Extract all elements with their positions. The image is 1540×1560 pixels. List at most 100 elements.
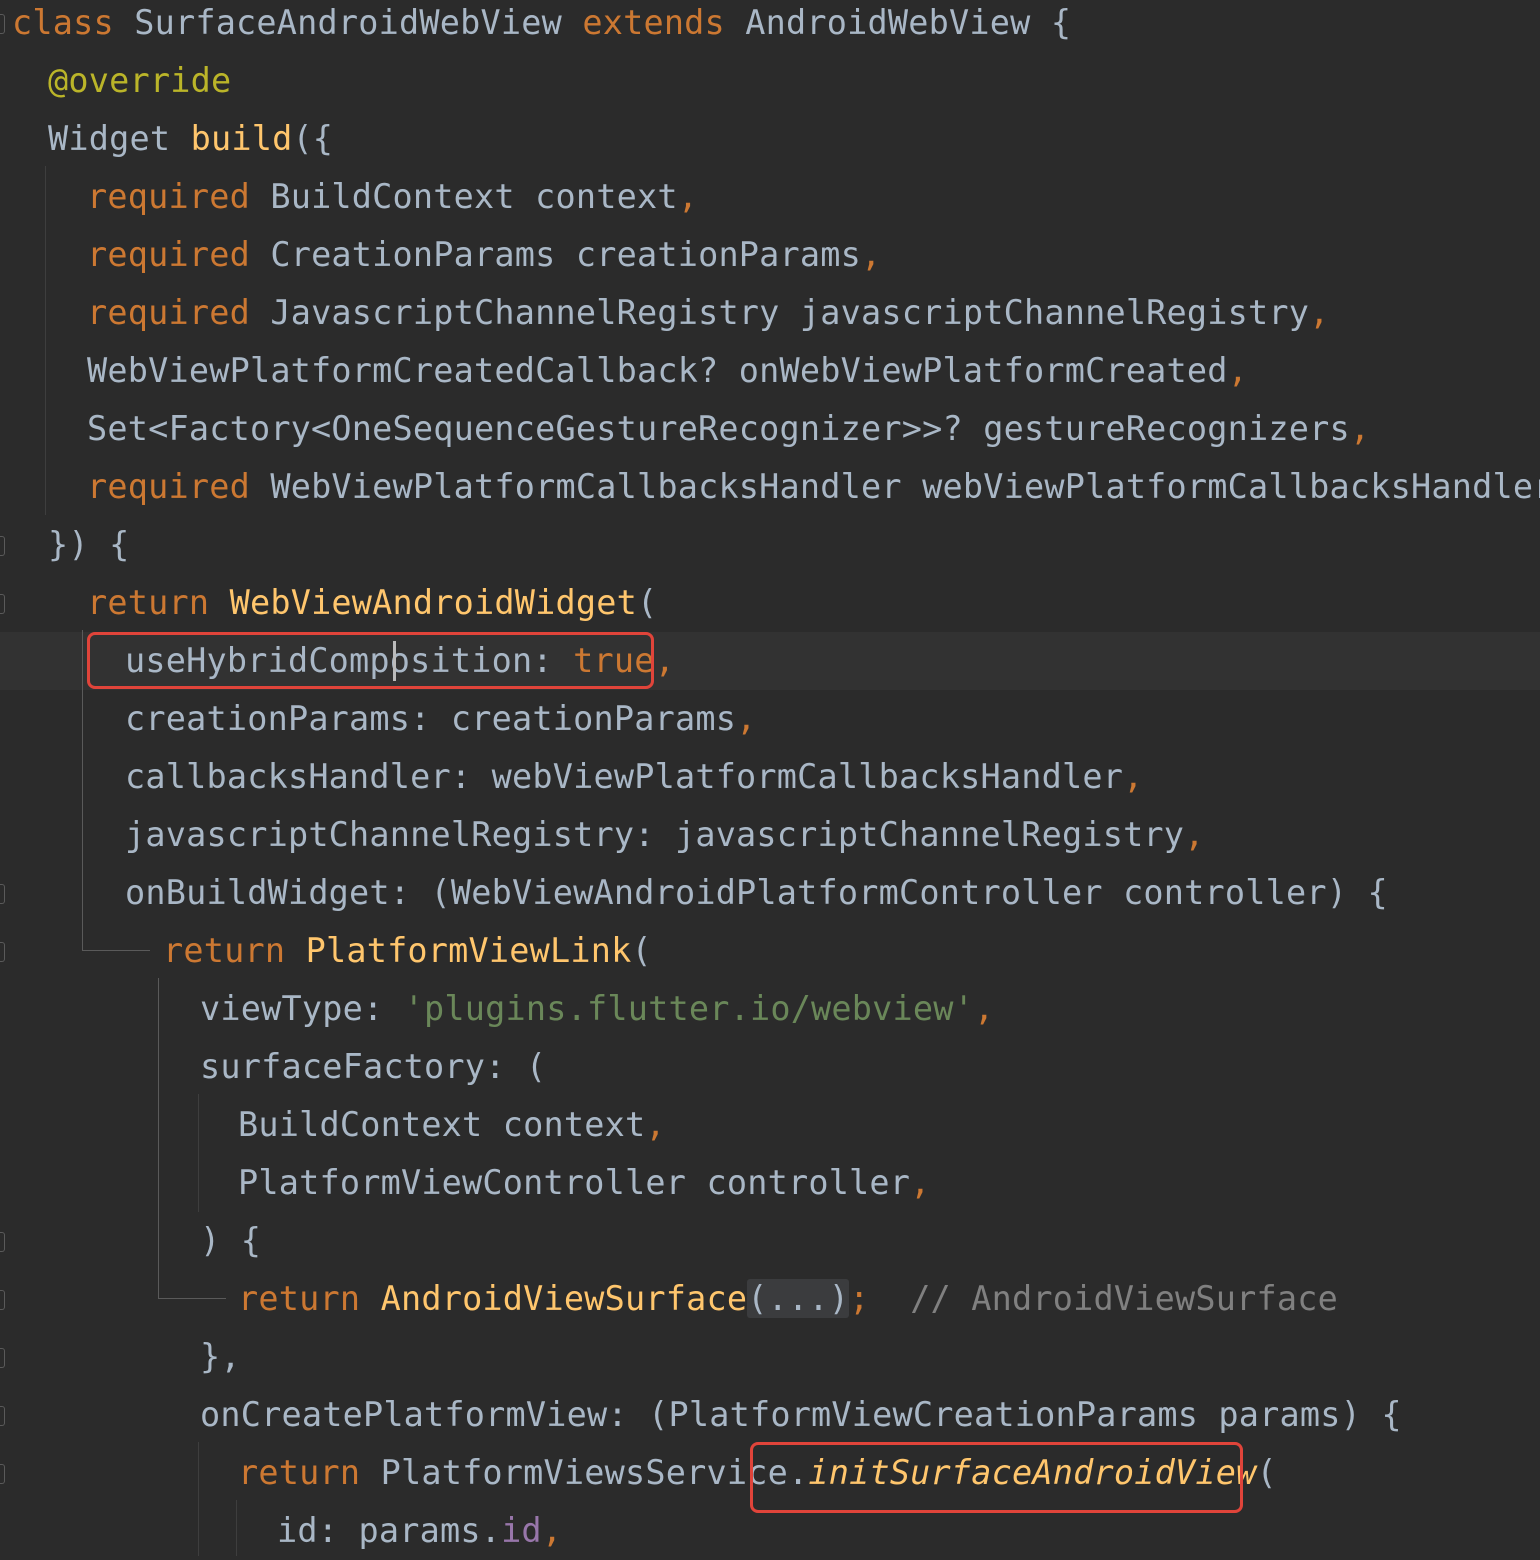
code-token: BuildContext context [238,1105,646,1144]
indent-guide [158,978,159,1298]
code-line-content: required WebViewPlatformCallbacksHandler… [87,458,1540,516]
indent-guide [45,166,46,515]
fold-marker-icon[interactable] [0,14,5,34]
code-line[interactable]: creationParams: creationParams, [0,690,1540,748]
fold-marker-icon[interactable] [0,942,5,962]
code-line-content: return WebViewAndroidWidget( [87,574,657,632]
fold-marker-icon[interactable] [0,1406,5,1426]
code-token: WebViewPlatformCallbacksHandler webViewP… [270,467,1540,506]
code-line-content: Widget build({ [48,110,333,168]
code-token: ; [849,1279,870,1318]
code-token: ( [1256,1453,1277,1492]
code-line[interactable]: }, [0,1328,1540,1386]
code-line-content: return AndroidViewSurface(...); // Andro… [238,1270,1338,1328]
code-line-content: ) { [200,1212,261,1270]
code-line[interactable]: BuildContext context, [0,1096,1540,1154]
indent-guide [236,1500,237,1556]
fold-marker-icon[interactable] [0,594,5,614]
code-line[interactable]: onBuildWidget: (WebViewAndroidPlatformCo… [0,864,1540,922]
code-line[interactable]: required WebViewPlatformCallbacksHandler… [0,458,1540,516]
code-line[interactable]: Set<Factory<OneSequenceGestureRecognizer… [0,400,1540,458]
code-editor[interactable]: class SurfaceAndroidWebView extends Andr… [0,0,1540,1556]
code-token: SurfaceAndroidWebView [134,3,583,42]
code-line-content: surfaceFactory: ( [200,1038,546,1096]
code-token: // AndroidViewSurface [869,1279,1338,1318]
code-line[interactable]: PlatformViewController controller, [0,1154,1540,1212]
code-token: }) { [48,525,130,564]
fold-marker-icon[interactable] [0,1348,5,1368]
code-line-content: id: params.id, [277,1502,562,1560]
code-line[interactable]: required CreationParams creationParams, [0,226,1540,284]
indent-guide [158,1298,226,1299]
code-token: required [87,235,271,274]
indent-guide [82,630,83,950]
code-line-content: viewType: 'plugins.flutter.io/webview', [200,980,994,1038]
code-line-content: PlatformViewController controller, [238,1154,931,1212]
code-token: WebViewPlatformCreatedCallback? onWebVie… [87,351,1228,390]
code-token: return [163,931,306,970]
code-token: , [1349,409,1371,448]
code-token: javascriptChannelRegistry: javascriptCha… [125,815,1185,854]
code-token: , [1123,757,1144,796]
code-line[interactable]: }) { [0,516,1540,574]
code-token: extends [582,3,746,42]
code-line[interactable]: required BuildContext context, [0,168,1540,226]
code-token: ({ [292,119,334,158]
code-token: creationParams: creationParams [125,699,737,738]
code-token: 'plugins.flutter.io/webview' [403,989,975,1028]
code-line[interactable]: callbacksHandler: webViewPlatformCallbac… [0,748,1540,806]
code-line[interactable]: return AndroidViewSurface(...); // Andro… [0,1270,1540,1328]
code-line[interactable]: class SurfaceAndroidWebView extends Andr… [0,0,1540,52]
code-token: return [87,583,230,622]
code-line-content: onCreatePlatformView: (PlatformViewCreat… [200,1386,1402,1444]
code-token: , [677,177,699,216]
code-line[interactable]: return WebViewAndroidWidget( [0,574,1540,632]
code-line-content: callbacksHandler: webViewPlatformCallbac… [125,748,1143,806]
code-line[interactable]: onCreatePlatformView: (PlatformViewCreat… [0,1386,1540,1444]
code-token: ( [636,583,658,622]
code-line[interactable]: ) { [0,1212,1540,1270]
indent-guide [198,1442,199,1556]
code-token: build [190,119,293,158]
code-line[interactable]: Widget build({ [0,110,1540,168]
code-line[interactable]: WebViewPlatformCreatedCallback? onWebVie… [0,342,1540,400]
code-line-content: WebViewPlatformCreatedCallback? onWebVie… [87,342,1248,400]
code-line-content: Set<Factory<OneSequenceGestureRecognizer… [87,400,1370,458]
code-token: , [645,1105,666,1144]
code-token: WebViewAndroidWidget [229,583,637,622]
code-line-content: required CreationParams creationParams, [87,226,881,284]
code-token: onCreatePlatformView: (PlatformViewCreat… [200,1395,1402,1434]
code-token: PlatformViewLink [305,931,632,970]
code-line[interactable]: javascriptChannelRegistry: javascriptCha… [0,806,1540,864]
fold-marker-icon[interactable] [0,536,5,556]
code-line-content: onBuildWidget: (WebViewAndroidPlatformCo… [125,864,1388,922]
code-line-content: }) { [48,516,129,574]
fold-marker-icon[interactable] [0,1464,5,1484]
code-token: AndroidWebView { [745,3,1072,42]
code-line[interactable]: return PlatformViewLink( [0,922,1540,980]
fold-marker-icon[interactable] [0,1232,5,1252]
code-token: onBuildWidget: (WebViewAndroidPlatformCo… [125,873,1388,912]
indent-guide [198,1094,199,1212]
code-token: BuildContext context [270,177,678,216]
code-token: , [736,699,757,738]
fold-marker-icon[interactable] [0,884,5,904]
code-line-content: required JavascriptChannelRegistry javas… [87,284,1330,342]
indent-guide [82,950,150,951]
fold-marker-icon[interactable] [0,1290,5,1310]
code-token: AndroidViewSurface [380,1279,748,1318]
code-line-content: class SurfaceAndroidWebView extends Andr… [12,0,1071,52]
code-token: required [87,293,271,332]
code-token: JavascriptChannelRegistry javascriptChan… [270,293,1310,332]
code-line[interactable]: viewType: 'plugins.flutter.io/webview', [0,980,1540,1038]
code-line-content: }, [200,1328,241,1386]
code-line-content: javascriptChannelRegistry: javascriptCha… [125,806,1205,864]
code-token: surfaceFactory: ( [200,1047,547,1086]
code-line[interactable]: required JavascriptChannelRegistry javas… [0,284,1540,342]
code-line-content: return PlatformViewLink( [163,922,652,980]
code-token: , [910,1163,931,1202]
code-line[interactable]: surfaceFactory: ( [0,1038,1540,1096]
code-token: , [541,1511,563,1550]
code-token: (...) [747,1279,850,1318]
code-line[interactable]: @override [0,52,1540,110]
